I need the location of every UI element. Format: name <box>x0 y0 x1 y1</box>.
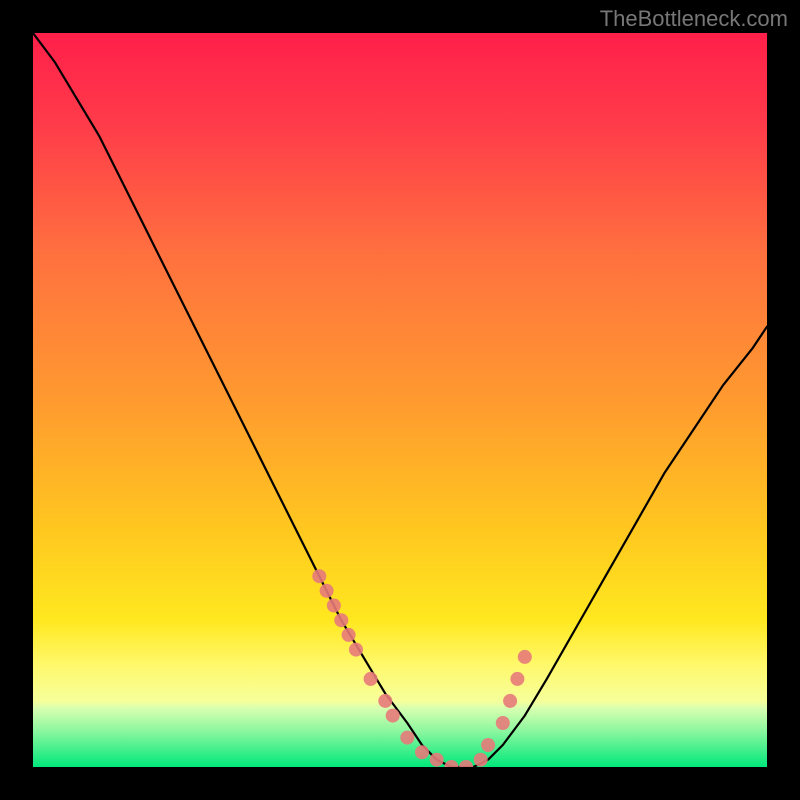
marker-point <box>349 643 363 657</box>
marker-point <box>312 569 326 583</box>
marker-point <box>430 753 444 767</box>
watermark-text: TheBottleneck.com <box>600 6 788 32</box>
marker-point <box>474 753 488 767</box>
chart-svg <box>33 33 767 767</box>
marker-point <box>510 672 524 686</box>
marker-point <box>378 694 392 708</box>
marker-point <box>496 716 510 730</box>
marker-point <box>327 599 341 613</box>
chart-frame: TheBottleneck.com <box>0 0 800 800</box>
marker-point <box>503 694 517 708</box>
marker-point <box>334 613 348 627</box>
plot-area <box>33 33 767 767</box>
marker-point <box>364 672 378 686</box>
marker-point <box>481 738 495 752</box>
marker-point <box>400 731 414 745</box>
marker-point <box>320 584 334 598</box>
marker-point <box>518 650 532 664</box>
marker-point <box>342 628 356 642</box>
marker-point <box>415 745 429 759</box>
marker-point <box>386 709 400 723</box>
